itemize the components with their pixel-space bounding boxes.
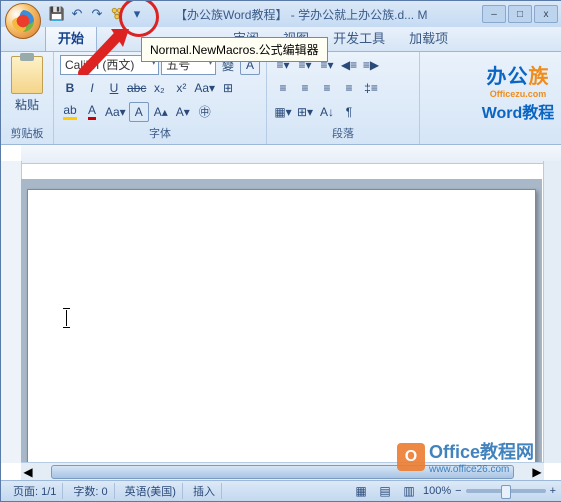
group-label-font: 字体: [60, 124, 260, 142]
save-icon[interactable]: 💾: [49, 6, 65, 22]
zoom-slider[interactable]: [466, 489, 546, 493]
tab-home[interactable]: 开始: [45, 23, 97, 51]
shrink-font-button[interactable]: A▾: [173, 102, 193, 122]
macro-icon[interactable]: [109, 6, 125, 22]
ribbon: 粘贴 剪贴板 Calibri (西文) 五号 變 A B I U abc x₂ …: [1, 52, 561, 145]
scroll-left-button[interactable]: ◀: [21, 465, 35, 479]
indent-inc-button[interactable]: ≡▶: [361, 55, 381, 75]
align-center-button[interactable]: ≡: [295, 78, 315, 98]
tab-addins[interactable]: 加载项: [397, 24, 460, 51]
group-font: Calibri (西文) 五号 變 A B I U abc x₂ x² Aa▾ …: [54, 52, 267, 144]
watermark-icon: O: [397, 443, 425, 471]
group-clipboard: 粘贴 剪贴板: [1, 52, 54, 144]
align-left-button[interactable]: ≡: [273, 78, 293, 98]
zoom-out-button[interactable]: −: [455, 485, 461, 497]
status-bar: 页面: 1/1 字数: 0 英语(美国) 插入 ▦ ▤ ▥ 100% − +: [1, 480, 561, 501]
status-mode[interactable]: 插入: [187, 483, 222, 499]
brand-logo: 办公族 Officezu.com Word教程: [476, 52, 560, 130]
paste-icon[interactable]: [11, 56, 43, 94]
window-title: 【办公族Word教程】 - 学办公就上办公族.d... M: [175, 6, 427, 23]
line-spacing-button[interactable]: ‡≡: [361, 78, 381, 98]
italic-button[interactable]: I: [82, 78, 102, 98]
border-button[interactable]: ⊞: [218, 78, 238, 98]
align-right-button[interactable]: ≡: [317, 78, 337, 98]
text-cursor: [66, 310, 67, 326]
grow-font-button[interactable]: A▴: [151, 102, 171, 122]
view-print-button[interactable]: ▦: [351, 481, 371, 501]
sort-button[interactable]: A↓: [317, 102, 337, 122]
minimize-button[interactable]: –: [482, 5, 506, 23]
group-label-paragraph: 段落: [273, 124, 413, 142]
subscript-button[interactable]: x₂: [149, 78, 169, 98]
quick-access-toolbar: 💾 ↶ ↷ ▾: [49, 6, 145, 22]
bold-button[interactable]: B: [60, 78, 80, 98]
close-button[interactable]: x: [534, 5, 558, 23]
zoom-in-button[interactable]: +: [550, 485, 556, 497]
highlight-color-button[interactable]: ab: [60, 102, 80, 122]
paste-label[interactable]: 粘贴: [15, 96, 39, 113]
ruler-horizontal[interactable]: [21, 145, 561, 164]
tooltip: Normal.NewMacros.公式编辑器: [141, 37, 328, 62]
view-read-button[interactable]: ▤: [375, 481, 395, 501]
ruler-vertical[interactable]: [1, 161, 22, 463]
page[interactable]: [27, 189, 536, 463]
status-words[interactable]: 字数: 0: [67, 483, 114, 499]
borders-button[interactable]: ⊞▾: [295, 102, 315, 122]
office-button[interactable]: [5, 3, 41, 39]
underline-button[interactable]: U: [104, 78, 124, 98]
zoom-percent[interactable]: 100%: [423, 485, 451, 497]
document-area: [21, 179, 542, 463]
char-border-button[interactable]: A: [129, 102, 149, 122]
justify-button[interactable]: ≡: [339, 78, 359, 98]
undo-icon[interactable]: ↶: [69, 6, 85, 22]
superscript-button[interactable]: x²: [171, 78, 191, 98]
watermark: O Office教程网 www.office26.com: [397, 438, 534, 475]
phonetic-button[interactable]: Aa▾: [193, 78, 216, 98]
group-paragraph: ≡▾ ≡▾ ≡▾ ◀≡ ≡▶ ≡ ≡ ≡ ≡ ‡≡ ▦▾ ⊞▾ A↓ ¶ 段落: [267, 52, 420, 144]
redo-icon[interactable]: ↷: [89, 6, 105, 22]
qat-dropdown-icon[interactable]: ▾: [129, 6, 145, 22]
font-color-button[interactable]: A: [82, 102, 102, 122]
maximize-button[interactable]: □: [508, 5, 532, 23]
change-case-button[interactable]: Aa▾: [104, 102, 127, 122]
view-web-button[interactable]: ▥: [399, 481, 419, 501]
indent-dec-button[interactable]: ◀≡: [339, 55, 359, 75]
enclose-button[interactable]: ㊥: [195, 102, 215, 122]
scrollbar-vertical[interactable]: [543, 161, 561, 463]
show-marks-button[interactable]: ¶: [339, 102, 359, 122]
group-label-clipboard: 剪贴板: [7, 124, 47, 142]
strike-button[interactable]: abc: [126, 78, 147, 98]
status-page[interactable]: 页面: 1/1: [7, 483, 63, 499]
shading-button[interactable]: ▦▾: [273, 102, 293, 122]
tab-developer[interactable]: 开发工具: [321, 24, 397, 51]
title-bar: 💾 ↶ ↷ ▾ 【办公族Word教程】 - 学办公就上办公族.d... M – …: [1, 1, 561, 27]
status-language[interactable]: 英语(美国): [119, 483, 183, 499]
